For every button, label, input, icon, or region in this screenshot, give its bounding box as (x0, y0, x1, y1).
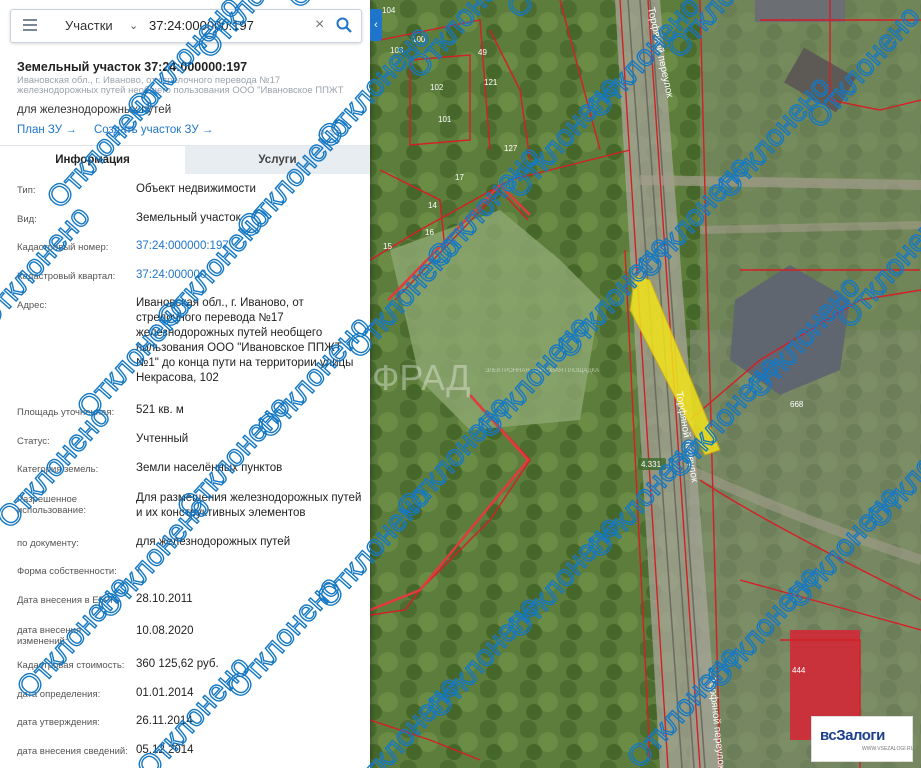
tabs: Информация Услуги (0, 145, 370, 174)
info-row-label: Вид: (17, 214, 37, 225)
map-parcel-label: 668 (790, 400, 804, 409)
map-parcel-label: 121 (484, 78, 498, 87)
info-row-label: дата утверждения: (17, 717, 100, 728)
info-row-label: дата внесения сведений: (17, 746, 128, 757)
map-parcel-label: 17 (455, 173, 464, 182)
info-row-label: Кадастровая стоимость: (17, 660, 125, 671)
parcel-address-short: Ивановская обл., г. Иваново, от стрелочн… (17, 76, 344, 96)
info-row-value: 521 кв. м (136, 404, 184, 416)
info-row-label: Кадастровый квартал: (17, 271, 116, 282)
plan-link[interactable]: План ЗУ → (17, 124, 77, 136)
chevron-down-icon[interactable]: ⌄ (129, 19, 138, 32)
info-row-value: Земли населённых пунктов (136, 462, 283, 474)
vsezalogi-logo[interactable]: всЗалоги WWW.VSEZALOGI.RU (811, 716, 915, 762)
info-row-value: 10.08.2020 (136, 625, 194, 637)
map-parcel-label: 127 (504, 144, 518, 153)
info-row-value: Учтенный (136, 433, 189, 445)
info-row-value: 28.10.2011 (136, 593, 193, 605)
info-row-value: Для размещения железнодорожных путей и и… (136, 492, 362, 519)
info-row-label: Кадастровый номер: (17, 242, 109, 253)
info-row-value: - (136, 564, 140, 576)
logo-sub: WWW.VSEZALOGI.RU (862, 746, 915, 752)
info-row-value: Объект недвижимости (136, 183, 256, 195)
tab-information[interactable]: Информация (0, 146, 185, 174)
parcel-use: для железнодорожных путей (17, 104, 172, 116)
zoom-to-icon[interactable]: ⌕ (318, 124, 325, 139)
map-marker-label: 4.331 (641, 460, 662, 469)
info-row-value: 26.11.2014 (136, 715, 193, 727)
map-parcel-label: 103 (390, 46, 404, 55)
map-parcel-label: 15 (383, 242, 392, 251)
map-parcel-label: 14 (428, 201, 437, 210)
info-row-label: Площадь уточненная: (17, 407, 115, 418)
info-row-value: 01.01.2014 (136, 687, 194, 699)
info-row-label: Форма собственности: (17, 566, 117, 577)
info-row-value: для железнодорожных путей (136, 536, 291, 548)
parcel-title: Земельный участок 37:24:000000:197 (17, 60, 248, 74)
info-row-label: дата внесения изменений: (17, 625, 82, 647)
info-row-label: Дата внесения в ЕГРН: (17, 595, 120, 606)
info-row-value: Земельный участок (136, 212, 241, 224)
info-row-value[interactable]: 37:24:000000 (136, 268, 364, 283)
map-parcel-label: 101 (438, 115, 452, 124)
close-icon[interactable]: × (315, 16, 324, 34)
info-row-label: Разрешенное использование: (17, 494, 87, 516)
search-bar: Участки ⌄ 37:24:000000:197 × (10, 9, 362, 43)
info-row-label: Адрес: (17, 300, 47, 311)
info-row-value: 05.12.2014 (136, 744, 194, 756)
logo-text: всЗалоги (820, 727, 885, 744)
map-brand-sub: ЭЛЕКТРОННАЯ ТОРГОВАЯ ПЛОЩАДКА (485, 368, 599, 374)
info-row-value[interactable]: 37:24:000000:197 (136, 239, 364, 254)
star-icon[interactable]: ☆ (329, 124, 340, 139)
map-parcel-label: 100 (412, 35, 426, 44)
info-row-label: по документу: (17, 538, 79, 549)
map-brand-watermark: ФРАД (372, 357, 471, 398)
collapse-panel-button[interactable]: ‹ (370, 9, 382, 41)
info-panel: Участки ⌄ 37:24:000000:197 × Земельный у… (0, 0, 370, 768)
search-type-select[interactable]: Участки (65, 18, 113, 33)
map-parcel-label: 102 (430, 83, 444, 92)
info-row-label: Категория земель: (17, 464, 99, 475)
tab-services[interactable]: Услуги (185, 146, 370, 174)
search-input[interactable]: 37:24:000000:197 (149, 18, 254, 33)
map-parcel-label: 104 (382, 6, 396, 15)
search-icon[interactable] (335, 16, 353, 34)
info-row-value: Ивановская обл., г. Иваново, от стрелочн… (136, 297, 354, 384)
info-row-label: дата определения: (17, 689, 101, 700)
map-parcel-label: 16 (425, 228, 434, 237)
info-row-label: Тип: (17, 185, 36, 196)
map-parcel-label: 49 (478, 48, 487, 57)
info-row-value: 360 125,62 руб. (136, 658, 219, 670)
info-row-label: Статус: (17, 436, 50, 447)
menu-icon[interactable] (23, 19, 37, 31)
create-parcel-link[interactable]: Создать участок ЗУ → (94, 124, 213, 136)
map-parcel-label: 444 (792, 666, 806, 675)
